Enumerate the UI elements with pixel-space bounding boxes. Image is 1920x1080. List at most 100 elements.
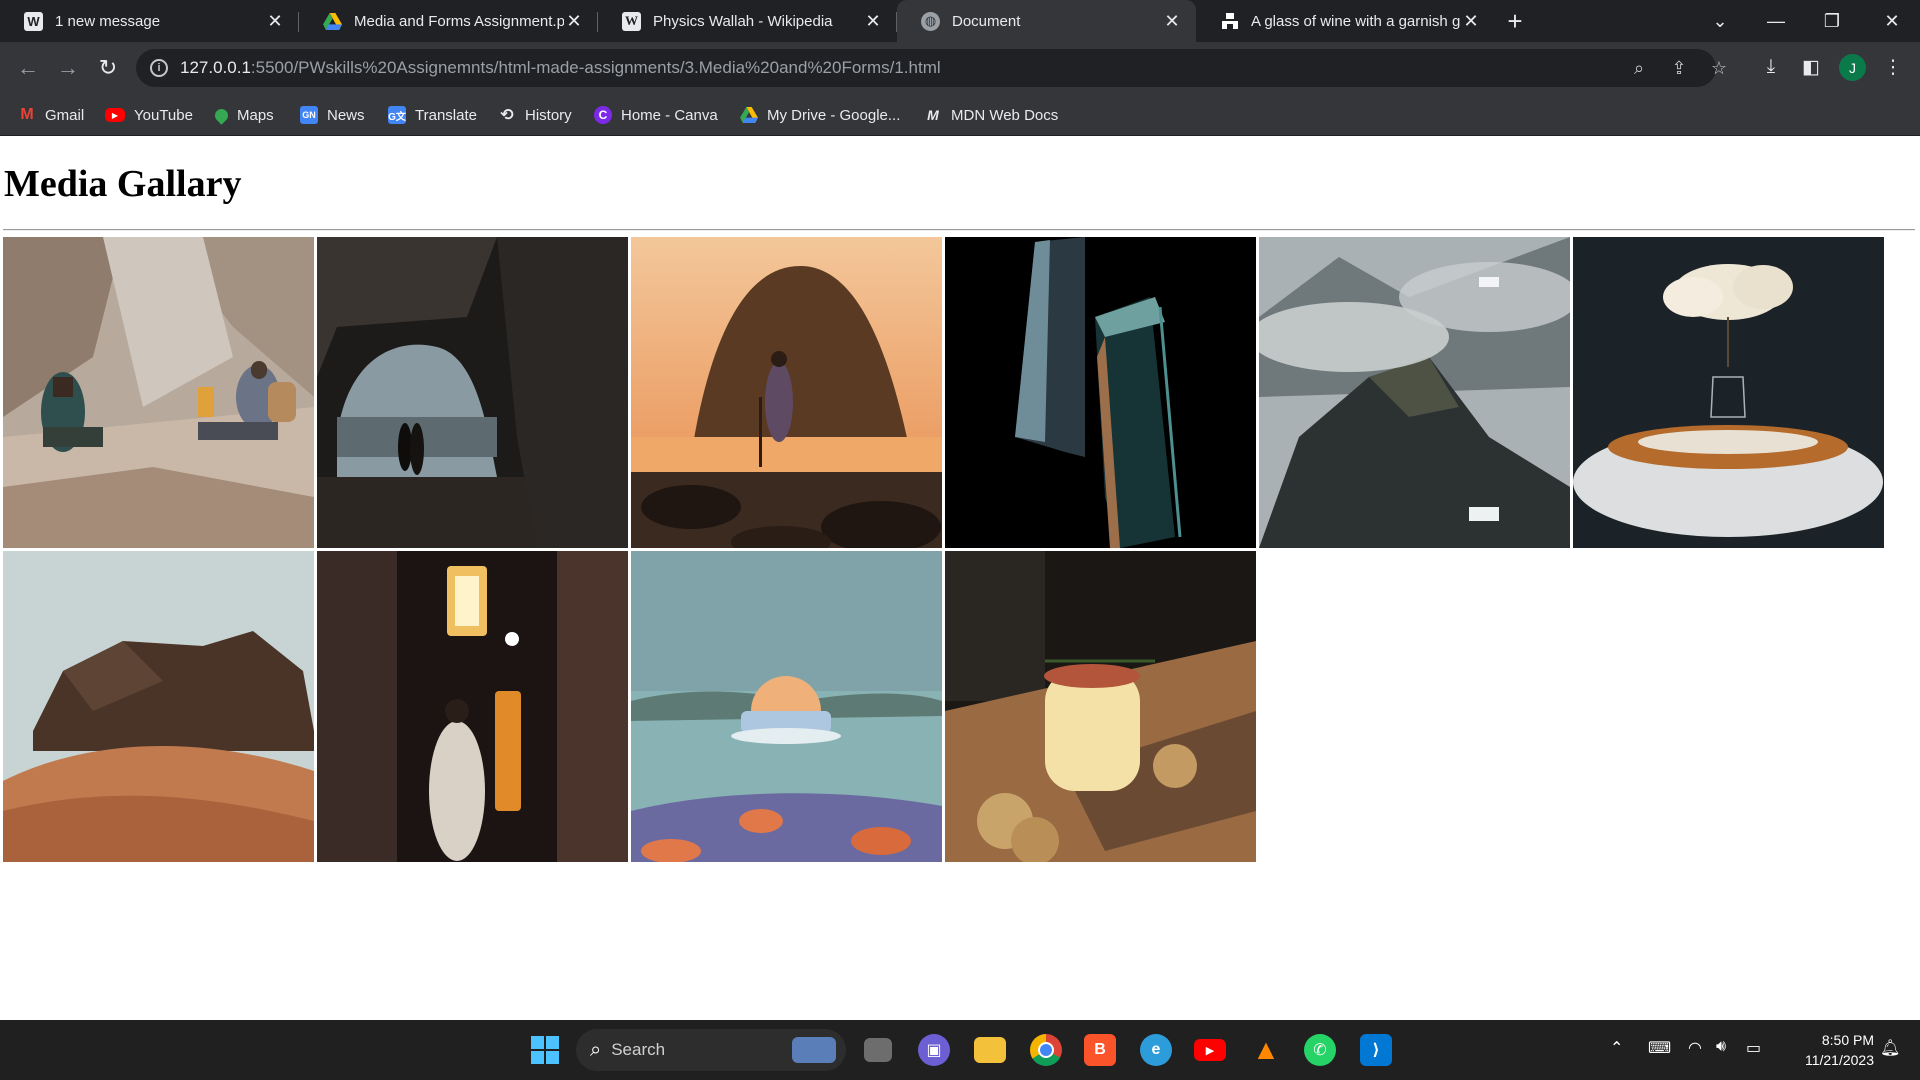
bookmark-news[interactable]: GN News [300,104,365,126]
gmail-icon: M [20,106,34,123]
globe-icon: ◍ [921,11,940,31]
glass-prisms-photo [945,237,1256,548]
news-icon: GN [300,106,318,124]
bookmark-label: News [327,106,365,124]
clock-time: 8:50 PM [1821,1032,1874,1048]
translate-icon: G文 [388,106,406,124]
close-icon[interactable]: ✕ [1461,11,1481,31]
cocktail-glass-photo [945,551,1256,862]
close-icon[interactable]: ✕ [1162,11,1182,31]
battery-icon[interactable]: ▭ [1746,1038,1761,1058]
reload-icon[interactable]: ↻ [94,54,122,82]
maps-icon [212,105,231,125]
side-panel-icon[interactable]: ◧ [1798,56,1824,79]
new-tab-button[interactable]: + [1495,0,1535,42]
site-info-icon[interactable]: i [150,59,168,77]
bookmark-label: My Drive - Google... [767,106,901,124]
share-icon[interactable]: ⇪ [1668,58,1690,79]
zoom-icon[interactable]: ⌕ [1628,58,1650,79]
youtube-app-icon[interactable]: ▶ [1194,1039,1226,1061]
floating-cloud-island-photo [1573,237,1884,548]
chrome-icon[interactable] [1030,1034,1062,1066]
download-icon[interactable]: ⤓ [1758,56,1784,78]
teams-chat-icon[interactable]: ▣ [918,1034,950,1066]
show-hidden-icons-chevron-icon[interactable]: ⌃ [1610,1038,1623,1058]
page-viewport: Media Gallary [0,136,1920,1020]
whatsapp-icon[interactable]: ✆ [1304,1034,1336,1066]
url-host: 127.0.0.1 [180,58,251,77]
menu-kebab-icon[interactable]: ⋮ [1880,56,1906,79]
address-bar[interactable]: i 127.0.0.1:5500/PWskills%20Assignemnts/… [136,49,1727,87]
clock-date: 11/21/2023 [1804,1052,1874,1068]
bookmark-label: History [525,106,572,124]
woman-at-sunset-beach-photo [631,237,942,548]
bookmark-label: Translate [415,106,477,124]
profile-avatar[interactable]: J [1839,54,1866,81]
forward-arrow-icon[interactable]: → [54,54,82,82]
tab-strip: W 1 new message ✕ Media and Forms Assign… [0,0,1920,42]
page-heading: Media Gallary [4,163,242,205]
close-icon[interactable]: ✕ [564,11,584,31]
tab-glass-of-wine[interactable]: A glass of wine with a garnish g ✕ [1196,0,1495,42]
tab-title: A glass of wine with a garnish g [1251,12,1461,30]
system-clock[interactable]: 8:50 PM 11/21/2023 [1782,1030,1874,1070]
canva-icon: C [594,106,612,124]
bookmark-label: MDN Web Docs [951,106,1059,124]
tab-document[interactable]: ◍ Document ✕ [897,0,1196,42]
bookmark-label: Gmail [45,106,85,124]
windows-start-icon[interactable] [529,1034,561,1066]
notification-bell-icon[interactable]: 🔔︎ [1880,1038,1900,1058]
close-window-button[interactable]: ✕ [1864,0,1920,42]
bookmark-label: Maps [237,106,274,124]
tab-media-forms-pdf[interactable]: Media and Forms Assignment.pdf ✕ [299,0,598,42]
task-view-icon[interactable] [864,1038,892,1062]
sofa-on-lake-render-photo [631,551,942,862]
wifi-icon[interactable]: ◠ [1688,1038,1702,1058]
bookmark-youtube[interactable]: ▶ YouTube [105,104,193,126]
tab-title: Physics Wallah - Wikipedia [653,12,833,30]
volume-icon[interactable]: 🔊︎ [1716,1038,1726,1056]
close-icon[interactable]: ✕ [863,11,883,31]
youtube-icon: ▶ [105,108,125,122]
bookmark-translate[interactable]: G文 Translate [388,104,477,126]
history-icon: ⟲ [500,107,514,124]
japanese-alley-kimono-photo [317,551,628,862]
tab-title: 1 new message [55,12,161,30]
bookmark-canva[interactable]: C Home - Canva [594,104,718,126]
heading-divider [3,229,1915,231]
google-drive-icon [740,106,758,124]
taskbar-search-box[interactable]: ⌕ Search [576,1029,846,1071]
keyboard-icon[interactable]: ⌨ [1648,1038,1671,1058]
file-explorer-icon[interactable] [974,1037,1006,1063]
tab-search-icon[interactable]: ⌄ [1692,0,1748,42]
back-arrow-icon[interactable]: ← [14,54,42,82]
edge-icon[interactable]: e [1140,1034,1172,1066]
vscode-icon[interactable]: ⟩ [1360,1034,1392,1066]
tab-new-message[interactable]: W 1 new message ✕ [0,0,299,42]
bookmark-mdn[interactable]: M MDN Web Docs [924,104,1058,126]
bookmark-my-drive[interactable]: My Drive - Google... [740,104,900,126]
brave-icon[interactable]: B [1084,1034,1116,1066]
search-label: Search [611,1040,666,1059]
browser-toolbar: ← → ↻ i 127.0.0.1:5500/PWskills%20Assign… [0,42,1920,94]
bookmark-label: Home - Canva [621,106,718,124]
minimize-button[interactable]: — [1748,0,1804,42]
tab-physics-wallah[interactable]: W Physics Wallah - Wikipedia ✕ [598,0,897,42]
desert-rock-formation-photo [3,551,314,862]
bookmark-history[interactable]: ⟲ History [498,104,572,126]
search-highlight-icon [792,1037,836,1063]
misty-mountain-photo [1259,237,1570,548]
wordpress-icon: W [24,11,43,31]
bookmark-gmail[interactable]: M Gmail [18,104,84,126]
unsplash-icon [1220,12,1239,31]
restore-button[interactable]: ❐ [1804,0,1860,42]
mdn-icon: M [927,107,939,123]
address-url[interactable]: 127.0.0.1:5500/PWskills%20Assignemnts/ht… [180,58,941,78]
tab-title: Document [952,12,1021,30]
wikipedia-icon: W [622,11,641,31]
close-icon[interactable]: ✕ [265,11,285,31]
bookmark-star-icon[interactable]: ☆ [1708,58,1730,79]
bookmark-maps[interactable]: Maps [212,104,274,126]
vlc-icon[interactable]: ▲ [1250,1034,1282,1066]
search-icon: ⌕ [590,1038,602,1061]
